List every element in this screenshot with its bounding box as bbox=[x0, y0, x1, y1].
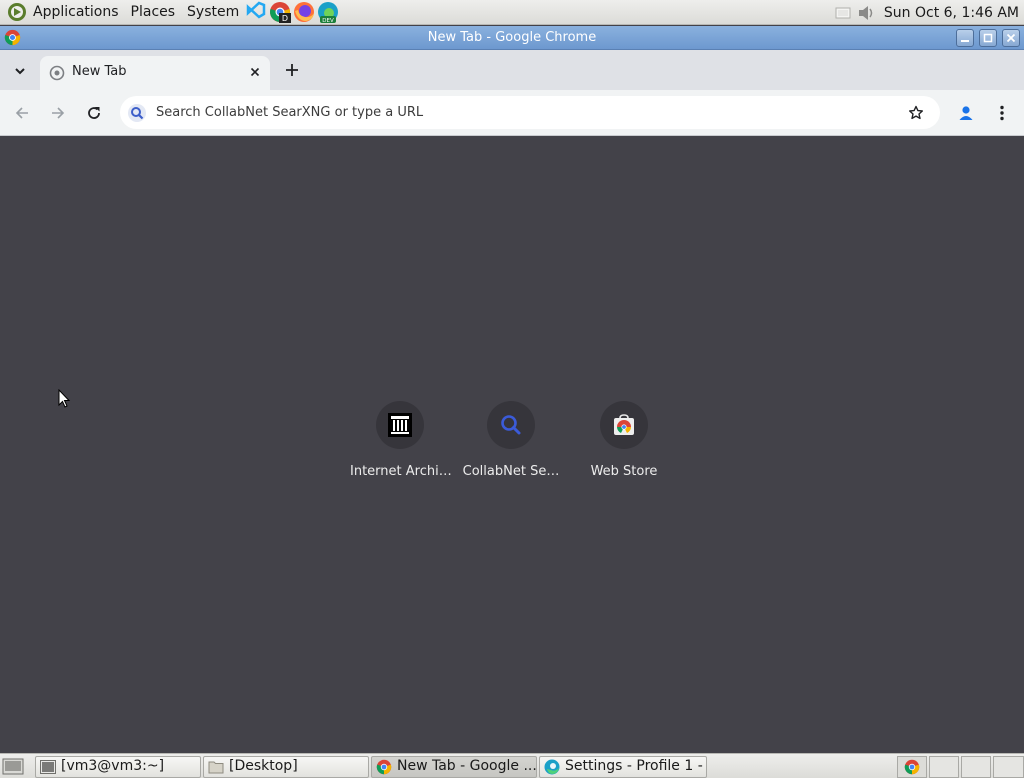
kebab-menu-icon bbox=[1000, 105, 1004, 121]
address-input[interactable] bbox=[156, 96, 896, 129]
bookmark-button[interactable] bbox=[906, 103, 926, 123]
omnibox[interactable] bbox=[120, 96, 940, 129]
webstore-icon bbox=[614, 414, 634, 435]
volume-icon[interactable] bbox=[856, 4, 878, 22]
edge-dev-icon[interactable]: DEV bbox=[317, 1, 339, 23]
shortcut-label: Internet Archi… bbox=[350, 464, 452, 479]
edge-icon bbox=[544, 759, 560, 775]
shortcut-internet-archive[interactable]: Internet Archi… bbox=[350, 399, 452, 483]
shortcut-collabnet-search[interactable]: CollabNet Se… bbox=[461, 399, 561, 483]
workspace-2[interactable] bbox=[929, 756, 959, 778]
network-icon[interactable] bbox=[834, 4, 852, 22]
close-window-button[interactable] bbox=[1002, 29, 1020, 47]
shortcut-icon-container bbox=[376, 401, 424, 449]
search-icon bbox=[128, 104, 146, 122]
terminal-icon bbox=[40, 760, 56, 774]
tray-chrome-icon-button[interactable] bbox=[897, 756, 927, 778]
vscode-icon[interactable] bbox=[245, 1, 267, 23]
back-button[interactable] bbox=[10, 101, 34, 125]
reload-button[interactable] bbox=[82, 101, 106, 125]
chrome-icon bbox=[904, 759, 920, 775]
taskbar-item-label: [Desktop] bbox=[229, 758, 298, 774]
taskbar-item-terminal[interactable]: [vm3@vm3:~] bbox=[35, 756, 201, 778]
window-title: New Tab - Google Chrome bbox=[427, 30, 597, 45]
applications-menu[interactable]: Applications bbox=[27, 0, 125, 25]
arrow-left-icon bbox=[15, 107, 28, 119]
taskbar-item-desktop[interactable]: [Desktop] bbox=[203, 756, 369, 778]
shortcut-label: CollabNet Se… bbox=[462, 464, 560, 479]
minimize-icon bbox=[961, 40, 969, 42]
profile-icon bbox=[959, 106, 973, 120]
folder-icon bbox=[208, 761, 224, 774]
archive-building-icon bbox=[388, 413, 412, 437]
reload-icon bbox=[88, 107, 100, 119]
taskbar-item-label: Settings - Profile 1 - ... bbox=[565, 758, 707, 774]
star-icon bbox=[909, 105, 923, 120]
new-tab-page: Internet Archi… CollabNet Se… Web Store bbox=[0, 137, 1024, 753]
forward-button[interactable] bbox=[46, 101, 70, 125]
shortcut-web-store[interactable]: Web Store bbox=[574, 399, 674, 483]
maximize-button[interactable] bbox=[979, 29, 997, 47]
svg-text:DEV: DEV bbox=[323, 18, 335, 23]
places-menu[interactable]: Places bbox=[125, 0, 182, 25]
shortcut-icon-container bbox=[600, 401, 648, 449]
taskbar-item-label: New Tab - Google ... bbox=[397, 758, 537, 774]
close-icon bbox=[1006, 33, 1016, 43]
distro-logo-icon[interactable] bbox=[7, 2, 27, 22]
globe-icon bbox=[49, 65, 65, 81]
minimize-button[interactable] bbox=[956, 29, 974, 47]
plus-icon bbox=[286, 64, 298, 76]
tab-close-button[interactable] bbox=[246, 63, 264, 81]
taskbar-item-chrome[interactable]: New Tab - Google ... bbox=[371, 756, 537, 778]
chrome-icon bbox=[376, 759, 392, 775]
top-panel: Applications Places System D DEV Sun Oct… bbox=[0, 0, 1024, 25]
shortcut-icon-container bbox=[487, 401, 535, 449]
tab-new-tab[interactable]: New Tab bbox=[40, 56, 270, 90]
firefox-icon[interactable] bbox=[293, 1, 315, 23]
close-icon bbox=[250, 67, 260, 77]
arrow-right-icon bbox=[52, 107, 65, 119]
browser-toolbar bbox=[0, 90, 1024, 136]
tab-title: New Tab bbox=[72, 64, 127, 79]
shortcut-label: Web Store bbox=[590, 464, 658, 479]
new-tab-button[interactable] bbox=[282, 60, 302, 80]
workspace-3[interactable] bbox=[961, 756, 991, 778]
clock[interactable]: Sun Oct 6, 1:46 AM bbox=[878, 5, 1024, 21]
menu-button[interactable] bbox=[990, 101, 1014, 125]
profile-button[interactable] bbox=[954, 101, 978, 125]
taskbar-item-label: [vm3@vm3:~] bbox=[61, 758, 165, 774]
tab-search-button[interactable] bbox=[8, 60, 32, 82]
chrome-dev-icon[interactable]: D bbox=[269, 1, 292, 23]
svg-text:D: D bbox=[282, 14, 288, 23]
mouse-cursor-icon bbox=[58, 389, 71, 408]
show-desktop-icon[interactable] bbox=[2, 757, 24, 776]
maximize-icon bbox=[983, 33, 993, 43]
taskbar-item-edge-settings[interactable]: Settings - Profile 1 - ... bbox=[539, 756, 707, 778]
chevron-down-icon bbox=[15, 68, 25, 75]
workspace-4[interactable] bbox=[993, 756, 1024, 778]
taskbar: [vm3@vm3:~] [Desktop] New Tab - Google .… bbox=[0, 753, 1024, 778]
window-titlebar[interactable]: New Tab - Google Chrome bbox=[0, 26, 1024, 50]
search-icon bbox=[501, 415, 521, 435]
tab-strip: New Tab bbox=[0, 50, 1024, 90]
system-menu[interactable]: System bbox=[181, 0, 245, 25]
